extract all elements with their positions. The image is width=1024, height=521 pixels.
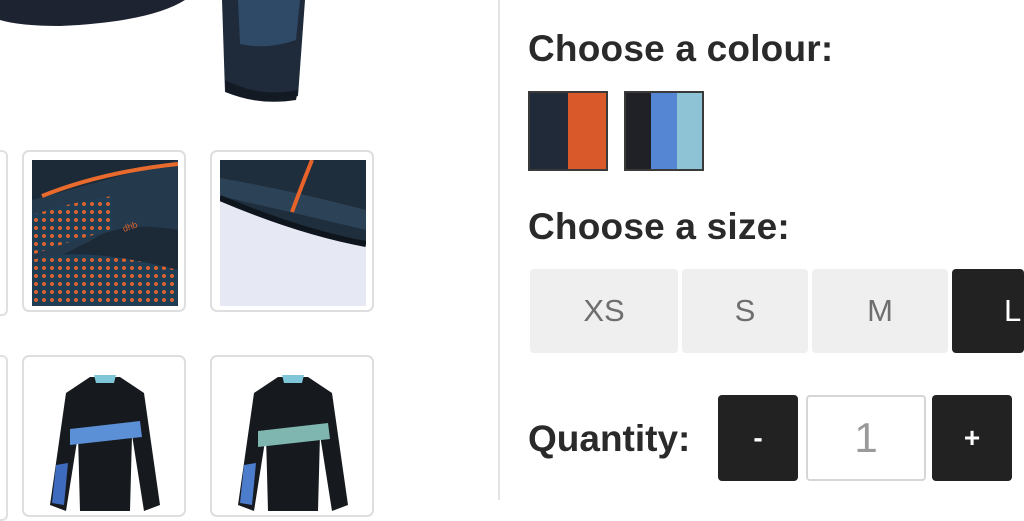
size-option-l[interactable]: L <box>952 269 1024 353</box>
thumbnail-jacket-front-alt[interactable] <box>210 355 374 517</box>
size-heading: Choose a size: <box>528 206 790 247</box>
panel-divider <box>498 0 500 500</box>
quantity-input[interactable] <box>806 395 926 481</box>
thumbnail-partial[interactable] <box>0 150 8 316</box>
thumbnail-partial[interactable] <box>0 355 8 521</box>
swatch-stripe <box>676 93 702 169</box>
colour-swatch-navy-orange[interactable] <box>528 91 608 171</box>
size-option-s[interactable]: S <box>682 269 808 353</box>
thumbnail-fabric-detail[interactable]: dhb <box>22 150 186 312</box>
size-option-xs[interactable]: XS <box>530 269 678 353</box>
colour-heading: Choose a colour: <box>528 28 834 69</box>
swatch-stripe <box>568 93 606 169</box>
thumbnail-jacket-front[interactable] <box>22 355 186 517</box>
main-product-image <box>0 0 330 110</box>
quantity-increment-button[interactable]: + <box>932 395 1012 481</box>
swatch-stripe <box>530 93 568 169</box>
swatch-stripe <box>626 93 652 169</box>
colour-swatch-black-blue[interactable] <box>624 91 704 171</box>
swatch-stripe <box>651 93 677 169</box>
thumbnail-hem-detail[interactable] <box>210 150 374 312</box>
size-option-m[interactable]: M <box>812 269 948 353</box>
quantity-label: Quantity: <box>528 418 691 459</box>
quantity-decrement-button[interactable]: - <box>718 395 798 481</box>
